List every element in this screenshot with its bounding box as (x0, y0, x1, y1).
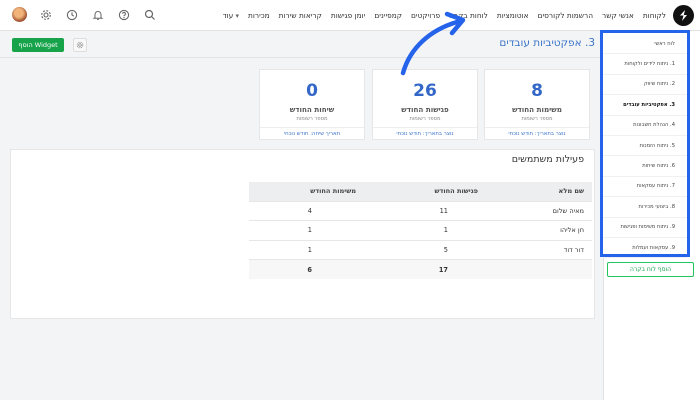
table-total-row: 17 6 (249, 259, 592, 279)
kpi-card-calls[interactable]: 0 שיחות החודש מספר רשומות תאריך שיחה: חו… (259, 69, 365, 140)
dashboard-item-orders[interactable]: 5. ניתוח הזמנות (603, 136, 687, 157)
cell-meetings: 5 (364, 239, 486, 260)
kpi-value: 26 (413, 81, 437, 101)
cell-tasks: 1 (249, 220, 364, 240)
help-icon[interactable] (116, 7, 131, 22)
nav-course-registrations[interactable]: הרשמות לקורסים (538, 11, 593, 20)
kpi-filter-link[interactable]: תאריך שיחה: חודש נוכחי (260, 127, 364, 140)
dashboard-item-marketing[interactable]: 2. ניתוח שיווק (603, 75, 687, 96)
annotation-arrow-icon (400, 11, 466, 76)
clock-icon[interactable] (64, 7, 79, 22)
kpi-title: משימות החודש (512, 105, 562, 114)
dashboard-item-main[interactable]: לוח ראשי (603, 34, 687, 55)
cell-meetings: 11 (364, 200, 486, 221)
cell-name: מאיה שלום (486, 200, 592, 221)
kpi-card-meetings[interactable]: 26 פגישות החודש מספר רשומות נוצר בתאריך:… (372, 69, 478, 140)
nav-customers[interactable]: לקוחות (643, 11, 666, 20)
app-logo[interactable] (673, 5, 694, 26)
dashboard-item-employee-effectiveness[interactable]: 3. אפקטיביות עובדים (603, 95, 687, 116)
main-content: 3. אפקטיביות עובדים הוסף Widget 8 משימות… (0, 31, 603, 400)
widget-title: פעילות משתמשים (511, 154, 584, 165)
bell-icon[interactable] (90, 7, 105, 22)
kpi-filter-link[interactable]: נוצר בתאריך: חודש נוכחי (373, 127, 477, 140)
kpi-card-tasks[interactable]: 8 משימות החודש מספר רשומות נוצר בתאריך: … (484, 69, 590, 140)
kpi-value: 0 (306, 81, 318, 101)
kpi-subtitle: מספר רשומות (296, 116, 328, 122)
dashboard-item-deals-commissions[interactable]: 9. עסקאות ועמלות (603, 238, 687, 259)
cell-tasks: 1 (249, 239, 364, 260)
cell-name: חן אליהו (486, 220, 592, 240)
avatar[interactable] (12, 7, 27, 22)
dashboard-item-leads-customers[interactable]: 1. ניתוח לידים ולקוחות (603, 54, 687, 75)
cell-tasks: 4 (249, 200, 364, 221)
dashboard-list: לוח ראשי 1. ניתוח לידים ולקוחות 2. ניתוח… (600, 30, 690, 259)
column-header-name[interactable]: שם מלא (486, 182, 592, 201)
dashboard-item-tasks-meetings[interactable]: 9. ניתוח משימות ופגישות (603, 218, 687, 238)
column-header-meetings[interactable]: פגישות החודש (364, 182, 486, 201)
gear-icon[interactable] (38, 7, 53, 22)
add-dashboard-button[interactable]: הוסף לוח בקרה (607, 262, 694, 277)
table-row[interactable]: חן אליהו 1 1 (249, 220, 592, 240)
dashboard-item-sales-performance[interactable]: 8. ביצועי מכירות (603, 197, 687, 218)
kpi-value: 8 (531, 81, 543, 101)
nav-contacts[interactable]: אנשי קשר (602, 11, 634, 20)
top-navbar: לקוחות אנשי קשר הרשמות לקורסים אוטומציות… (0, 0, 700, 31)
cell-meetings: 1 (364, 220, 486, 240)
nav-service-calls[interactable]: קריאות שירות (279, 11, 322, 20)
kpi-title: שיחות החודש (289, 105, 335, 114)
kpi-filter-link[interactable]: נוצר בתאריך: חודש נוכחי (485, 127, 589, 140)
add-widget-button[interactable]: הוסף Widget (12, 38, 64, 52)
divider (0, 57, 603, 58)
nav-icon-group (12, 7, 157, 22)
user-activity-widget: פעילות משתמשים שם מלא פגישות החודש משימו… (10, 149, 595, 319)
cell-total-tasks: 6 (249, 259, 364, 279)
user-activity-table: שם מלא פגישות החודש משימות החודש מאיה של… (249, 182, 592, 279)
cell-total-label (486, 259, 592, 279)
logo-icon (680, 10, 687, 21)
kpi-title: פגישות החודש (401, 105, 449, 114)
page-title: 3. אפקטיביות עובדים (499, 37, 595, 49)
table-row[interactable]: מאיה שלום 11 4 (249, 200, 592, 221)
dashboard-item-accounting[interactable]: 4. הנהלת חשבונות (603, 116, 687, 136)
dashboard-settings-button[interactable] (73, 38, 87, 52)
dashboard-item-calls[interactable]: 6. ניתוח שיחות (603, 156, 687, 177)
column-header-tasks[interactable]: משימות החודש (249, 182, 364, 201)
nav-more-dropdown[interactable]: עוד (223, 11, 239, 20)
search-icon[interactable] (142, 7, 157, 22)
table-row[interactable]: דור דוד 5 1 (249, 239, 592, 260)
kpi-subtitle: מספר רשומות (521, 116, 553, 122)
nav-automations[interactable]: אוטומציות (497, 11, 529, 20)
cell-total-meetings: 17 (364, 259, 486, 279)
nav-meetings-calendar[interactable]: יומן פגישות (331, 11, 365, 20)
dashboard-item-deals[interactable]: 7. ניתוח עסקאות (603, 177, 687, 198)
kpi-subtitle: מספר רשומות (409, 116, 441, 122)
cell-name: דור דוד (486, 239, 592, 260)
nav-sales[interactable]: מכירות (248, 11, 270, 20)
gear-icon (76, 41, 84, 49)
